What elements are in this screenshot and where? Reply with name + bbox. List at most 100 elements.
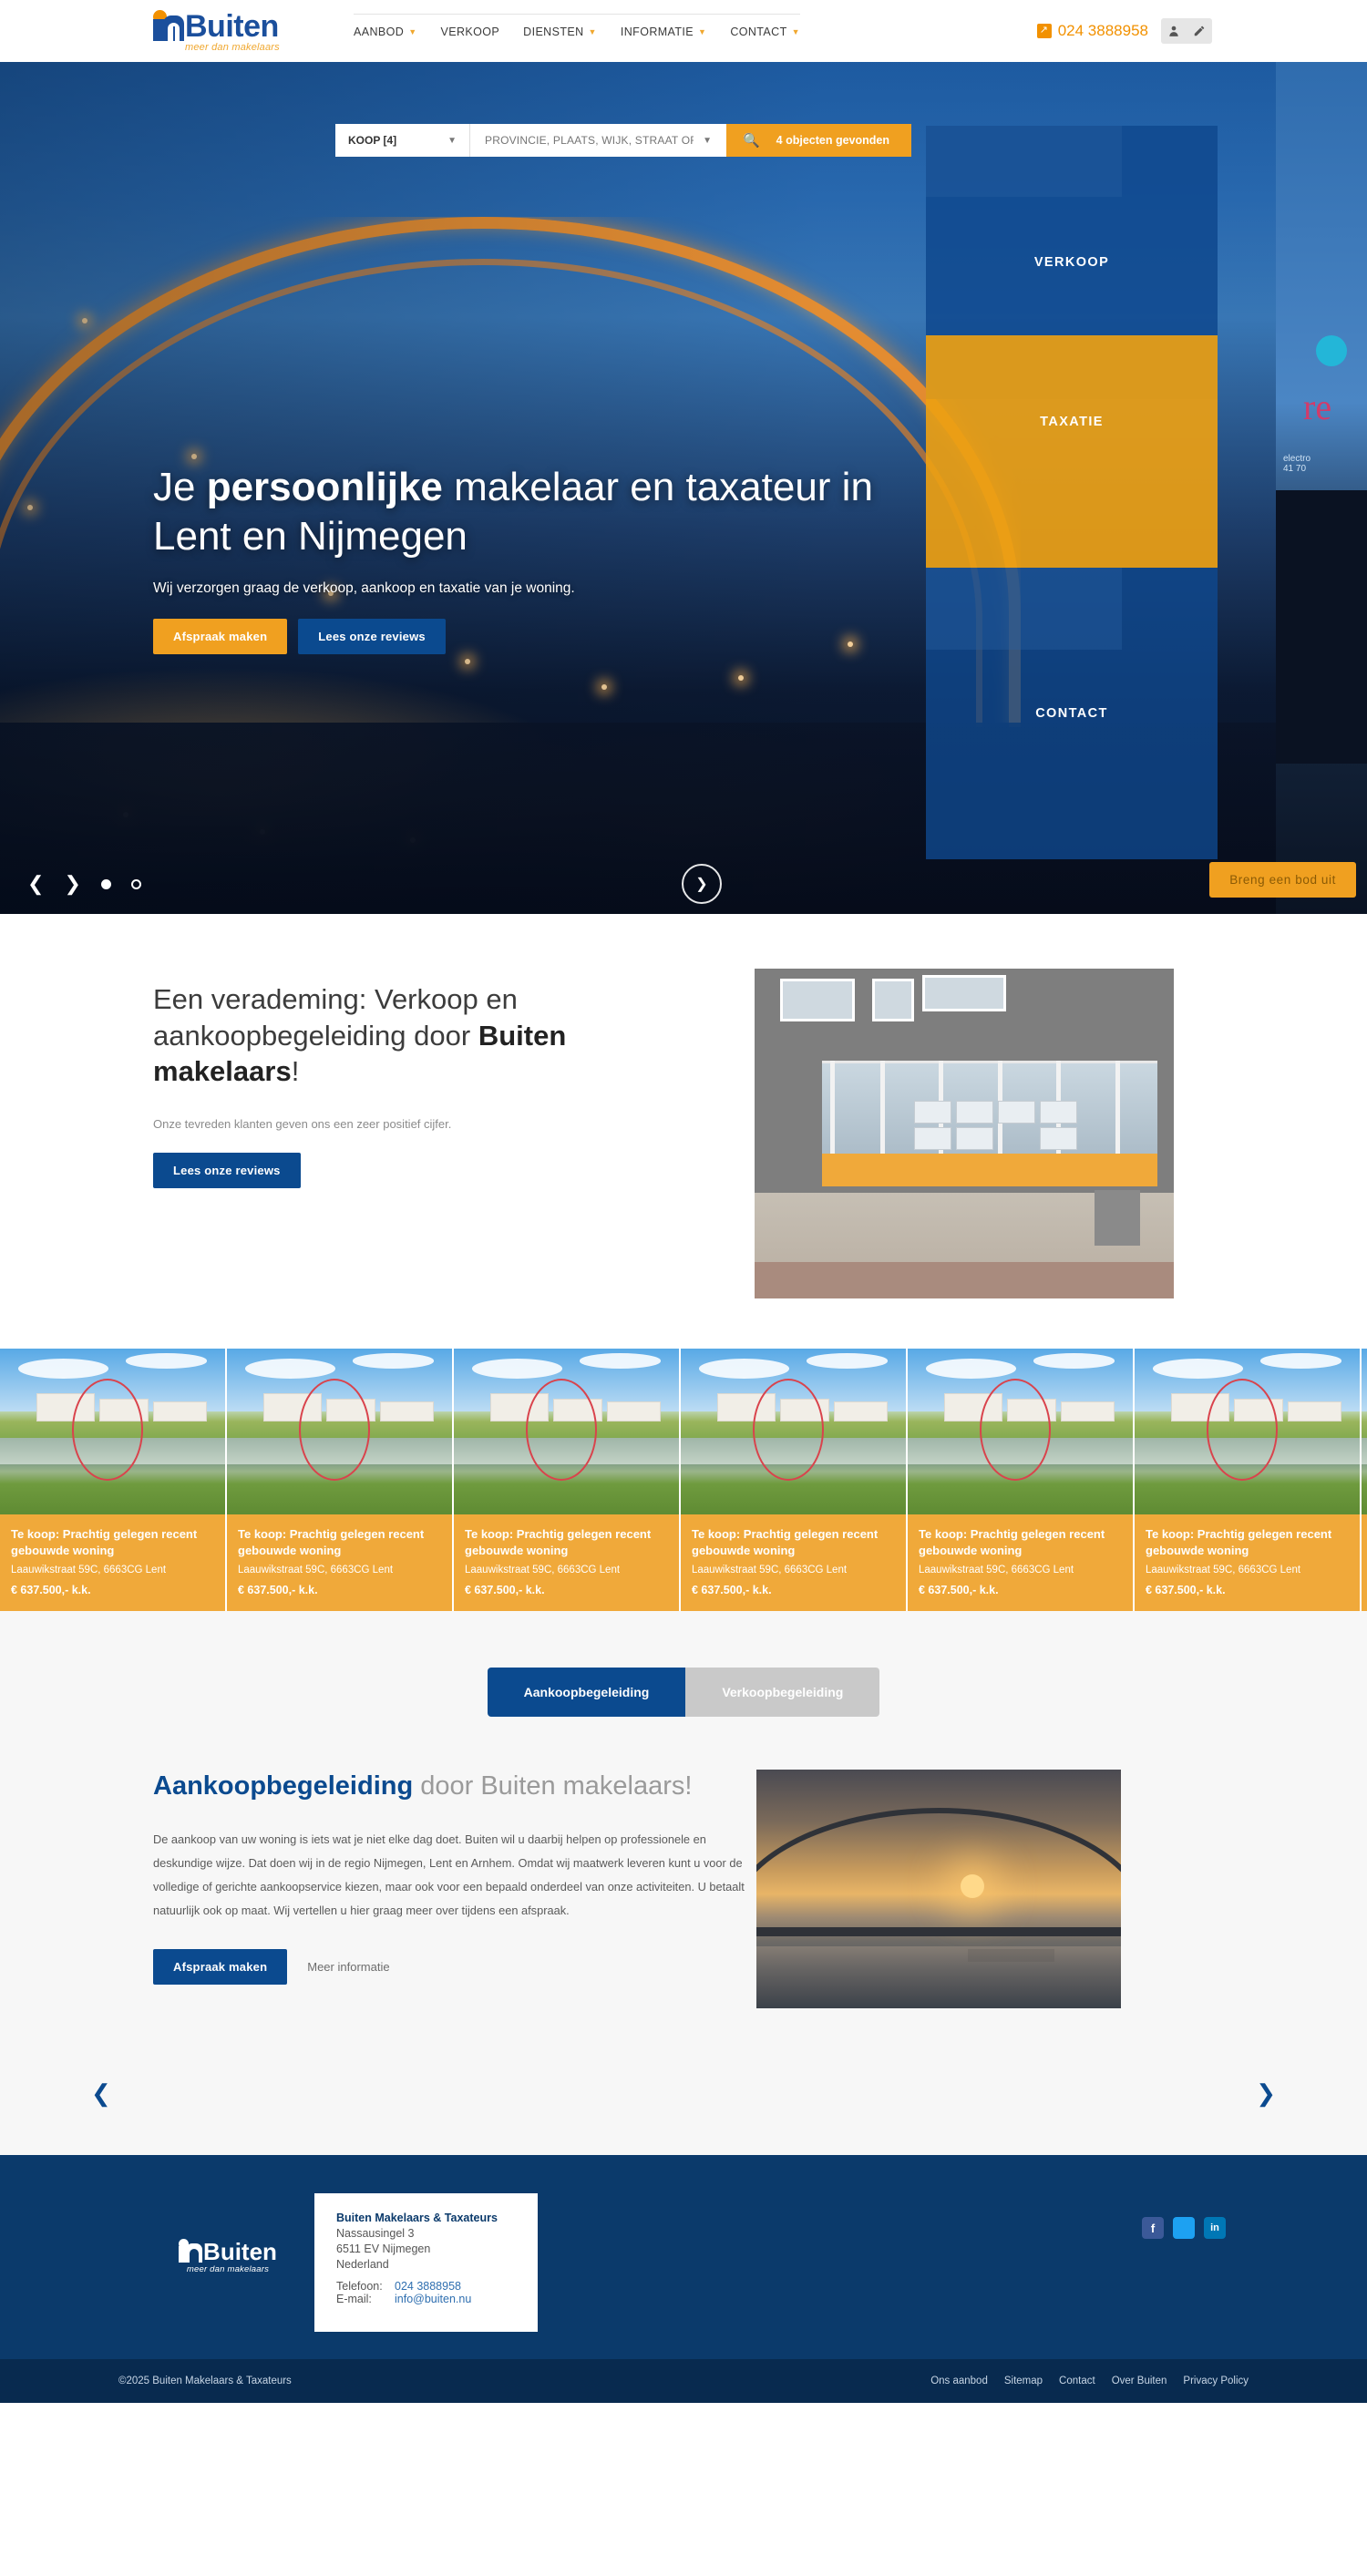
hero-section: KOOP [4] ▼ ▼ 🔍 4 objecten gevonden re el…: [0, 62, 1367, 914]
verademing-subtitle: Onze tevreden klanten geven ons een zeer…: [153, 1117, 452, 1132]
begeleiding-prev-button[interactable]: ❮: [91, 2079, 111, 2108]
property-card[interactable]: Te koop: Prachtig gelegen recent gebouwd…: [227, 1349, 452, 1612]
nav-item-informatie[interactable]: INFORMATIE ▼: [621, 26, 706, 38]
panel-column: VERKOOP TAXATIE CONTACT: [926, 62, 1218, 914]
search-results-count: 4 objecten gevonden: [776, 134, 889, 147]
aankoop-title-rest: door Buiten makelaars!: [413, 1771, 693, 1801]
footer-phone-row: Telefoon: 024 3888958: [336, 2280, 516, 2293]
property-card[interactable]: Te koop: Prachtig gelegen recent gebouwd…: [681, 1349, 906, 1612]
search-type-select[interactable]: KOOP [4] ▼: [335, 124, 470, 157]
footer-phone-value[interactable]: 024 3888958: [395, 2280, 461, 2293]
footer-email-value[interactable]: info@buiten.nu: [395, 2293, 471, 2305]
storefront-strip: re electro 41 70: [1276, 62, 1367, 914]
search-input[interactable]: [485, 134, 694, 147]
property-card[interactable]: Te koop: Prachtig gelegen recent gebouwd…: [0, 1349, 225, 1612]
footer-copyright: ©2025 Buiten Makelaars & Taxateurs: [118, 2376, 292, 2387]
site-logo[interactable]: Buiten meer dan makelaars: [153, 9, 335, 53]
footer-phone-label: Telefoon:: [336, 2280, 383, 2294]
nav-label: INFORMATIE: [620, 26, 694, 38]
nav-item-verkoop[interactable]: VERKOOP: [441, 26, 500, 38]
property-title: Te koop: Prachtig gelegen recent gebouwd…: [919, 1527, 1105, 1557]
panel-contact[interactable]: CONTACT: [926, 568, 1218, 859]
afspraak-maken-button[interactable]: Afspraak maken: [153, 619, 288, 655]
hero-title-bold: persoonlijke: [206, 465, 443, 509]
property-card[interactable]: Te koop: Prachtig gelegen recent gebouwd…: [1362, 1349, 1367, 1612]
verademing-title-pre: Een verademing: Verkoop en aankoopbegele…: [153, 983, 518, 1052]
main-navigation: AANBOD ▼ VERKOOP DIENSTEN ▼ INFORMATIE ▼…: [354, 14, 800, 48]
property-price: € 637.500,- k.k.: [465, 1584, 545, 1597]
footer-logo-lockup: Buiten: [179, 2238, 277, 2263]
aankoop-meer-informatie-link[interactable]: Meer informatie: [307, 1960, 389, 1974]
property-card[interactable]: Te koop: Prachtig gelegen recent gebouwd…: [454, 1349, 679, 1612]
property-title: Te koop: Prachtig gelegen recent gebouwd…: [465, 1527, 652, 1557]
property-address: Laauwikstraat 59C, 6663CG Lent: [465, 1565, 621, 1576]
footer-link-privacy-policy[interactable]: Privacy Policy: [1183, 2376, 1249, 2386]
phone-icon: [1036, 24, 1052, 38]
property-image: [1135, 1349, 1360, 1514]
verademing-reviews-button[interactable]: Lees onze reviews: [153, 1153, 301, 1189]
panel-taxatie[interactable]: TAXATIE: [926, 335, 1218, 508]
site-header: Buiten meer dan makelaars AANBOD ▼ VERKO…: [0, 0, 1367, 62]
property-image: [227, 1349, 452, 1514]
breng-bod-button[interactable]: Breng een bod uit: [1209, 862, 1356, 898]
property-image: [1362, 1349, 1367, 1514]
logo-lockup: Buiten: [153, 9, 279, 42]
property-price: € 637.500,- k.k.: [11, 1584, 91, 1597]
footer-logo[interactable]: Buiten meer dan makelaars: [141, 2193, 314, 2319]
property-price: € 637.500,- k.k.: [692, 1584, 772, 1597]
aankoop-title-bold: Aankoopbegeleiding: [153, 1771, 414, 1801]
panel-label: VERKOOP: [1033, 255, 1110, 270]
scroll-down-button[interactable]: ❯: [682, 864, 722, 904]
aankoop-afspraak-button[interactable]: Afspraak maken: [153, 1948, 288, 1985]
store-sign-text: electro 41 70: [1283, 454, 1311, 474]
nav-label: CONTACT: [730, 26, 787, 38]
footer-link-sitemap[interactable]: Sitemap: [1004, 2376, 1043, 2386]
person-icon[interactable]: [1161, 18, 1187, 44]
chevron-down-icon: ▼: [791, 27, 800, 36]
chevron-down-icon: ▼: [588, 27, 597, 36]
chevron-down-icon: ▼: [408, 27, 417, 36]
hero-carousel-nav: ❮ ❯: [27, 874, 141, 894]
property-card-body: Te koop: Prachtig gelegen recent gebouwd…: [908, 1514, 1133, 1611]
footer-link-contact[interactable]: Contact: [1059, 2376, 1095, 2386]
carousel-prev-button[interactable]: ❮: [27, 874, 44, 894]
property-address: Laauwikstraat 59C, 6663CG Lent: [238, 1565, 394, 1576]
property-card-body: Te koop: Prachtig gelegen recent gebouwd…: [0, 1514, 225, 1611]
begeleiding-carousel-nav: ❮ ❯: [91, 2079, 1276, 2155]
lees-reviews-button[interactable]: Lees onze reviews: [298, 619, 446, 655]
pencil-icon[interactable]: [1187, 18, 1212, 44]
tab-verkoopbegeleiding[interactable]: Verkoopbegeleiding: [685, 1668, 880, 1718]
begeleiding-next-button[interactable]: ❯: [1256, 2079, 1276, 2108]
verademing-text-column: Een verademing: Verkoop en aankoopbegele…: [153, 969, 718, 1298]
linkedin-icon[interactable]: in: [1204, 2217, 1226, 2240]
aankoop-text-column: Aankoopbegeleiding door Buiten makelaars…: [153, 1770, 745, 2008]
nav-item-aanbod[interactable]: AANBOD ▼: [354, 26, 417, 38]
verademing-title-post: !: [291, 1055, 300, 1088]
facebook-icon[interactable]: f: [1142, 2217, 1164, 2240]
nav-item-contact[interactable]: CONTACT ▼: [730, 26, 800, 38]
property-image: [681, 1349, 906, 1514]
tab-aankoopbegeleiding[interactable]: Aankoopbegeleiding: [487, 1668, 686, 1718]
carousel-dot-1[interactable]: [100, 878, 111, 889]
verademing-title: Een verademing: Verkoop en aankoopbegele…: [153, 981, 718, 1090]
property-card-body: Te koop: Prachtig gelegen recent gebouwd…: [454, 1514, 679, 1611]
property-card-body: Te koop: Prachtig gelegen recent gebouwd…: [1362, 1514, 1367, 1611]
twitter-icon[interactable]: [1173, 2217, 1195, 2240]
search-location-select[interactable]: ▼: [470, 124, 726, 157]
hero-title-pre: Je: [153, 465, 207, 509]
carousel-dot-2[interactable]: [130, 878, 141, 889]
header-icon-buttons: [1161, 18, 1212, 44]
search-submit-button[interactable]: 🔍 4 objecten gevonden: [725, 124, 911, 157]
property-card[interactable]: Te koop: Prachtig gelegen recent gebouwd…: [1135, 1349, 1360, 1612]
footer-link-ons-aanbod[interactable]: Ons aanbod: [930, 2376, 988, 2386]
phone-link[interactable]: 024 3888958: [1036, 22, 1148, 40]
footer-email-label: E-mail:: [336, 2293, 372, 2306]
nav-item-diensten[interactable]: DIENSTEN ▼: [523, 26, 597, 38]
carousel-next-button[interactable]: ❯: [64, 874, 80, 894]
footer-logo-tagline: meer dan makelaars: [186, 2263, 270, 2274]
hero-quick-panels: re electro 41 70 VERKOOP TAXATIE CONTACT …: [911, 62, 1367, 914]
footer-link-over-buiten[interactable]: Over Buiten: [1112, 2376, 1167, 2386]
footer-company-name: Buiten Makelaars & Taxateurs: [336, 2212, 498, 2225]
chevron-down-icon: ❯: [695, 877, 708, 892]
property-card[interactable]: Te koop: Prachtig gelegen recent gebouwd…: [908, 1349, 1133, 1612]
